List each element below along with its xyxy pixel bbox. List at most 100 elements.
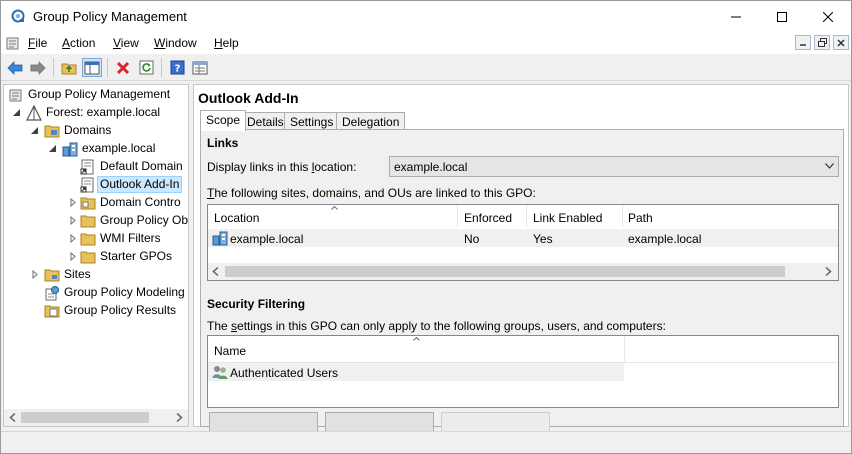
- location-select[interactable]: example.local: [389, 156, 839, 177]
- scroll-right-icon[interactable]: [825, 267, 832, 276]
- maximize-icon: [777, 11, 787, 22]
- domain-icon: [212, 231, 228, 246]
- table-row[interactable]: example.local No Yes example.local: [208, 229, 838, 247]
- cell-location: example.local: [230, 232, 304, 246]
- menu-action[interactable]: Action: [62, 36, 95, 50]
- column-separator[interactable]: [622, 205, 623, 227]
- column-header-location[interactable]: Location: [214, 211, 259, 225]
- users-group-icon: [212, 366, 228, 379]
- tree-item-group-policy-modeling[interactable]: Group Policy Modeling: [4, 284, 188, 302]
- mdi-minimize-button[interactable]: [795, 35, 811, 50]
- tree-item-group-policy-objects[interactable]: Group Policy Ob: [4, 212, 188, 230]
- security-filtering-description: The settings in this GPO can only apply …: [207, 319, 666, 333]
- collapsed-arrow-icon[interactable]: [31, 270, 39, 279]
- sort-ascending-icon: [331, 206, 338, 210]
- menu-file[interactable]: File: [28, 36, 47, 50]
- show-hide-tree-button[interactable]: [82, 58, 102, 77]
- restore-icon: [817, 38, 827, 47]
- links-description: The following sites, domains, and OUs ar…: [207, 186, 536, 200]
- links-scroll-thumb[interactable]: [225, 266, 785, 277]
- ou-folder-icon: [80, 197, 96, 210]
- list-item[interactable]: Authenticated Users: [208, 363, 624, 381]
- tree-item-default-domain-policy[interactable]: Default Domain: [4, 158, 188, 176]
- tree-item-group-policy-results[interactable]: Group Policy Results: [4, 302, 188, 320]
- tree-item-sites[interactable]: Sites: [4, 266, 188, 284]
- delete-button[interactable]: [113, 58, 133, 77]
- scroll-left-icon[interactable]: [9, 413, 16, 422]
- column-header-link-enabled[interactable]: Link Enabled: [533, 211, 602, 225]
- tree-item-group-policy-management[interactable]: Group Policy Management: [4, 86, 188, 104]
- tree-item-forest[interactable]: Forest: example.local: [4, 104, 188, 122]
- menu-view[interactable]: View: [113, 36, 139, 50]
- back-button[interactable]: [5, 58, 25, 77]
- mdi-close-button[interactable]: [833, 35, 849, 50]
- domains-folder-icon: [44, 125, 60, 138]
- forward-button[interactable]: [28, 58, 48, 77]
- tree-item-example-local[interactable]: example.local: [4, 140, 188, 158]
- refresh-button[interactable]: [136, 58, 156, 77]
- column-separator[interactable]: [526, 205, 527, 227]
- column-header-path[interactable]: Path: [628, 211, 653, 225]
- properties-button[interactable]: [190, 58, 210, 77]
- collapsed-arrow-icon[interactable]: [69, 252, 77, 261]
- tab-details[interactable]: Details: [241, 112, 290, 130]
- tab-scope[interactable]: Scope: [200, 110, 247, 131]
- help-icon: ?: [170, 60, 184, 75]
- display-links-label: Display links in this location:: [207, 160, 357, 174]
- expanded-arrow-icon[interactable]: [49, 144, 57, 153]
- cell-link-enabled: Yes: [533, 232, 553, 246]
- scroll-right-icon[interactable]: [176, 413, 183, 422]
- menu-help[interactable]: Help: [214, 36, 239, 50]
- links-grid[interactable]: Location Enforced Link Enabled Path exam…: [207, 204, 839, 281]
- column-separator[interactable]: [457, 205, 458, 227]
- tree-horizontal-scrollbar[interactable]: [4, 409, 188, 426]
- close-icon: [823, 11, 833, 22]
- maximize-button[interactable]: [759, 1, 805, 32]
- toolbar-separator: [107, 58, 108, 77]
- minimize-icon: [731, 16, 741, 17]
- console-tree[interactable]: Group Policy Management Forest: example.…: [3, 84, 189, 427]
- menu-bar: File Action View Window Help: [1, 32, 851, 54]
- tree-item-outlook-add-in[interactable]: Outlook Add-In: [4, 176, 188, 194]
- gpm-icon: [9, 89, 22, 102]
- links-horizontal-scrollbar[interactable]: [208, 263, 838, 280]
- gpo-title: Outlook Add-In: [198, 90, 299, 106]
- close-button[interactable]: [805, 1, 851, 32]
- tree-item-starter-gpos[interactable]: Starter GPOs: [4, 248, 188, 266]
- minimize-button[interactable]: [713, 1, 759, 32]
- gpo-link-icon: [80, 177, 94, 193]
- scroll-left-icon[interactable]: [212, 267, 219, 276]
- column-header-name[interactable]: Name: [214, 344, 246, 358]
- status-bar: [1, 431, 851, 453]
- menu-window[interactable]: Window: [154, 36, 197, 50]
- tree-item-domains[interactable]: Domains: [4, 122, 188, 140]
- collapsed-arrow-icon[interactable]: [69, 198, 77, 207]
- mdi-restore-button[interactable]: [814, 35, 830, 50]
- help-button[interactable]: ?: [167, 58, 187, 77]
- expanded-arrow-icon[interactable]: [31, 126, 39, 135]
- expanded-arrow-icon[interactable]: [13, 108, 21, 117]
- column-separator[interactable]: [624, 336, 625, 362]
- tab-settings[interactable]: Settings: [284, 112, 340, 130]
- forest-icon: [26, 105, 42, 121]
- collapsed-arrow-icon[interactable]: [69, 216, 77, 225]
- scope-tab-panel: Links Display links in this location: ex…: [200, 129, 844, 435]
- tab-delegation[interactable]: Delegation: [336, 112, 406, 130]
- toolbar-separator: [53, 58, 54, 77]
- forward-icon: [30, 60, 46, 75]
- tree-scroll-thumb[interactable]: [21, 412, 149, 423]
- security-filtering-list[interactable]: Name Authenticated Users: [207, 335, 839, 408]
- system-menu-icon[interactable]: [5, 35, 21, 51]
- folder-icon: [44, 269, 60, 282]
- tree-item-wmi-filters[interactable]: WMI Filters: [4, 230, 188, 248]
- up-one-level-button[interactable]: [59, 58, 79, 77]
- back-icon: [7, 60, 23, 75]
- tree-item-domain-controllers[interactable]: Domain Contro: [4, 194, 188, 212]
- column-header-enforced[interactable]: Enforced: [464, 211, 512, 225]
- toolbar-separator: [161, 58, 162, 77]
- folder-icon: [80, 251, 96, 264]
- collapsed-arrow-icon[interactable]: [69, 234, 77, 243]
- properties-icon: [192, 61, 208, 74]
- gpm-window: Group Policy Management File Action View…: [0, 0, 852, 454]
- title-bar[interactable]: Group Policy Management: [1, 1, 851, 32]
